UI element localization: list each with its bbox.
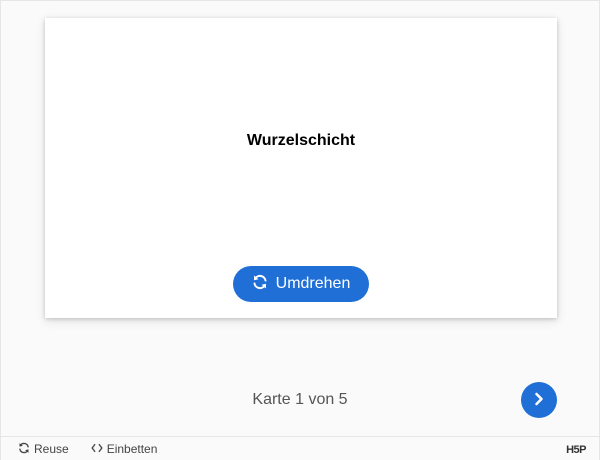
refresh-icon xyxy=(252,274,268,295)
code-icon xyxy=(91,442,103,457)
embed-label: Einbetten xyxy=(106,442,158,456)
h5p-actions-bar: Reuse Einbetten H5P xyxy=(1,436,599,460)
h5p-flashcard-container: Wurzelschicht Umdrehen Karte 1 von 5 Reu… xyxy=(0,0,600,460)
flip-button-label: Umdrehen xyxy=(275,275,351,292)
reuse-icon xyxy=(18,442,30,457)
reuse-button[interactable]: Reuse xyxy=(18,442,69,457)
reuse-label: Reuse xyxy=(34,442,69,456)
card-text: Wurzelschicht xyxy=(246,132,356,149)
flip-button[interactable]: Umdrehen xyxy=(233,266,369,302)
card-progress: Karte 1 von 5 xyxy=(252,391,348,408)
embed-button[interactable]: Einbetten xyxy=(91,442,158,457)
flashcard: Wurzelschicht Umdrehen xyxy=(45,18,557,318)
next-card-button[interactable] xyxy=(521,382,557,418)
chevron-right-icon xyxy=(532,392,546,409)
h5p-logo[interactable]: H5P xyxy=(566,444,586,456)
